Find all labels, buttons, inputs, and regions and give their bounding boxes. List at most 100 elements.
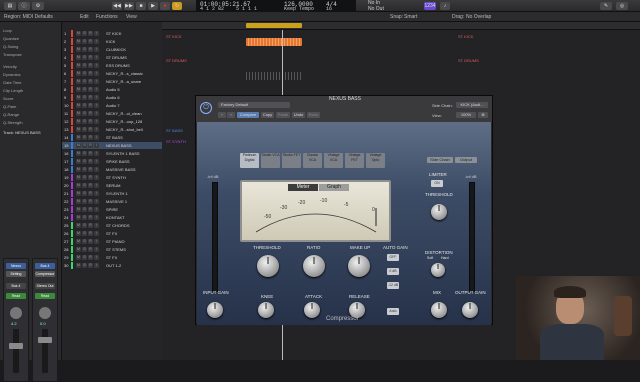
record-enable-button[interactable]: R xyxy=(88,71,93,76)
input-monitor-button[interactable]: I xyxy=(94,47,99,52)
mute-button[interactable]: M xyxy=(76,135,81,140)
track-name[interactable]: NICKY_R...oop_128 xyxy=(106,118,142,125)
track-row[interactable]: 20 M S R I SERUM xyxy=(62,182,162,189)
track-name[interactable]: ST CHORDS xyxy=(106,222,129,229)
model-vintage-vca[interactable]: Vintage VCA xyxy=(324,153,343,168)
solo-button[interactable]: S xyxy=(82,239,87,244)
input-monitor-button[interactable]: I xyxy=(94,55,99,60)
track-name[interactable]: MASSIVE BASS xyxy=(106,166,136,173)
track-row[interactable]: 4 M S R I ST DRUMS xyxy=(62,54,162,61)
input-gain-knob[interactable] xyxy=(207,302,223,318)
solo-button[interactable]: S xyxy=(82,127,87,132)
record-enable-button[interactable]: R xyxy=(88,47,93,52)
view-menu[interactable]: View xyxy=(126,14,137,20)
notes-icon[interactable]: ✎ xyxy=(600,2,612,10)
input-slot[interactable]: Bus 4 xyxy=(35,263,55,269)
mute-button[interactable]: M xyxy=(76,47,81,52)
track-row[interactable]: 17 M S R I SPIKE BASS xyxy=(62,158,162,165)
solo-button[interactable]: S xyxy=(82,207,87,212)
mute-button[interactable]: M xyxy=(76,71,81,76)
prev-preset-icon[interactable]: ‹ xyxy=(218,112,226,118)
setting-slot[interactable]: Compressor xyxy=(35,271,55,277)
mute-button[interactable]: M xyxy=(76,263,81,268)
inspector-item[interactable]: Dynamics xyxy=(3,72,21,77)
track-name[interactable]: ST FX xyxy=(106,230,117,237)
track-name[interactable]: ST KICK xyxy=(106,30,122,37)
record-enable-button[interactable]: R xyxy=(88,55,93,60)
input-monitor-button[interactable]: I xyxy=(94,175,99,180)
track-row[interactable]: 7 M S R I NICKY_R...a_snare xyxy=(62,78,162,85)
input-monitor-button[interactable]: I xyxy=(94,119,99,124)
mute-button[interactable]: M xyxy=(76,103,81,108)
pan-knob[interactable] xyxy=(39,307,51,319)
model-studio-vca[interactable]: Studio VCA xyxy=(261,153,280,168)
inspector-item[interactable]: Clip Length xyxy=(3,88,23,93)
track-name[interactable]: NICKY_R...a_snare xyxy=(106,78,141,85)
solo-button[interactable]: S xyxy=(82,199,87,204)
ratio-knob[interactable] xyxy=(303,255,325,277)
track-name[interactable]: ST STEMS xyxy=(106,246,126,253)
makeup-knob[interactable] xyxy=(348,255,370,277)
record-enable-button[interactable]: R xyxy=(88,215,93,220)
track-name[interactable]: NICKY_R...shot_bell xyxy=(106,126,143,133)
auto-gain-off[interactable]: OFF xyxy=(387,254,399,261)
instrument-slot[interactable]: Nexus xyxy=(6,263,26,269)
mute-button[interactable]: M xyxy=(76,191,81,196)
model-studio-fet[interactable]: Studio FET xyxy=(282,153,301,168)
cpu-meter[interactable]: 1234 xyxy=(424,2,436,10)
model-classic-vca[interactable]: Classic VCA xyxy=(303,153,322,168)
track-row[interactable]: 19 M S R I ST SYNTH xyxy=(62,174,162,181)
track-name[interactable]: NICKY_R...ol_clean xyxy=(106,110,142,117)
mute-button[interactable]: M xyxy=(76,159,81,164)
track-row[interactable]: 11 M S R I NICKY_R...ol_clean xyxy=(62,110,162,117)
rewind-icon[interactable]: ◀◀ xyxy=(112,2,122,10)
solo-button[interactable]: S xyxy=(82,119,87,124)
track-name[interactable]: NICKY_R...s_classic xyxy=(106,70,143,77)
track-name[interactable]: SPIKE BASS xyxy=(106,158,130,165)
solo-button[interactable]: S xyxy=(82,247,87,252)
limiter-threshold-knob[interactable] xyxy=(431,204,447,220)
track-row[interactable]: 24 M S R I KONTAKT xyxy=(62,214,162,221)
track-row[interactable]: 29 M S R I ST FX xyxy=(62,254,162,261)
output-button[interactable]: Output xyxy=(455,157,477,163)
undo-button[interactable]: Undo xyxy=(292,112,305,118)
stop-icon[interactable]: ■ xyxy=(136,2,146,10)
solo-button[interactable]: S xyxy=(82,87,87,92)
input-monitor-button[interactable]: I xyxy=(94,223,99,228)
loops-icon[interactable]: ◎ xyxy=(616,2,628,10)
solo-button[interactable]: S xyxy=(82,143,87,148)
mute-button[interactable]: M xyxy=(76,231,81,236)
solo-button[interactable]: S xyxy=(82,79,87,84)
input-monitor-button[interactable]: I xyxy=(94,247,99,252)
inspector-item[interactable]: Transpose xyxy=(3,52,22,57)
record-enable-button[interactable]: R xyxy=(88,263,93,268)
record-enable-button[interactable]: R xyxy=(88,255,93,260)
distortion-knob[interactable] xyxy=(431,263,445,277)
auto-gain-minus12[interactable]: -12 dB xyxy=(387,282,399,289)
mute-button[interactable]: M xyxy=(76,151,81,156)
input-monitor-button[interactable]: I xyxy=(94,199,99,204)
record-enable-button[interactable]: R xyxy=(88,95,93,100)
view-menu[interactable]: 100% xyxy=(456,112,476,118)
side-chain-button[interactable]: Side Chain xyxy=(427,157,453,163)
threshold-knob[interactable] xyxy=(257,255,279,277)
track-row[interactable]: 22 M S R I MASSIVE 1 xyxy=(62,198,162,205)
input-monitor-button[interactable]: I xyxy=(94,183,99,188)
send-slot[interactable]: Bus 4 xyxy=(6,283,26,289)
model-vintage-opto[interactable]: Vintage Opto xyxy=(366,153,385,168)
mute-button[interactable]: M xyxy=(76,119,81,124)
record-enable-button[interactable]: R xyxy=(88,167,93,172)
mute-button[interactable]: M xyxy=(76,79,81,84)
track-name[interactable]: Audio 7 xyxy=(106,102,120,109)
track-row[interactable]: 2 M S R I KICK xyxy=(62,38,162,45)
solo-button[interactable]: S xyxy=(82,191,87,196)
solo-button[interactable]: S xyxy=(82,255,87,260)
track-name[interactable]: CLUBKICK xyxy=(106,46,126,53)
input-monitor-button[interactable]: I xyxy=(94,135,99,140)
play-icon[interactable]: ▶ xyxy=(148,2,158,10)
model-platinum-digital[interactable]: Platinum Digital xyxy=(240,153,259,168)
inspector-track-name[interactable]: Track: NEXUS BASS xyxy=(3,130,41,135)
record-enable-button[interactable]: R xyxy=(88,207,93,212)
track-row[interactable]: 13 M S R I NICKY_R...shot_bell xyxy=(62,126,162,133)
record-enable-button[interactable]: R xyxy=(88,111,93,116)
